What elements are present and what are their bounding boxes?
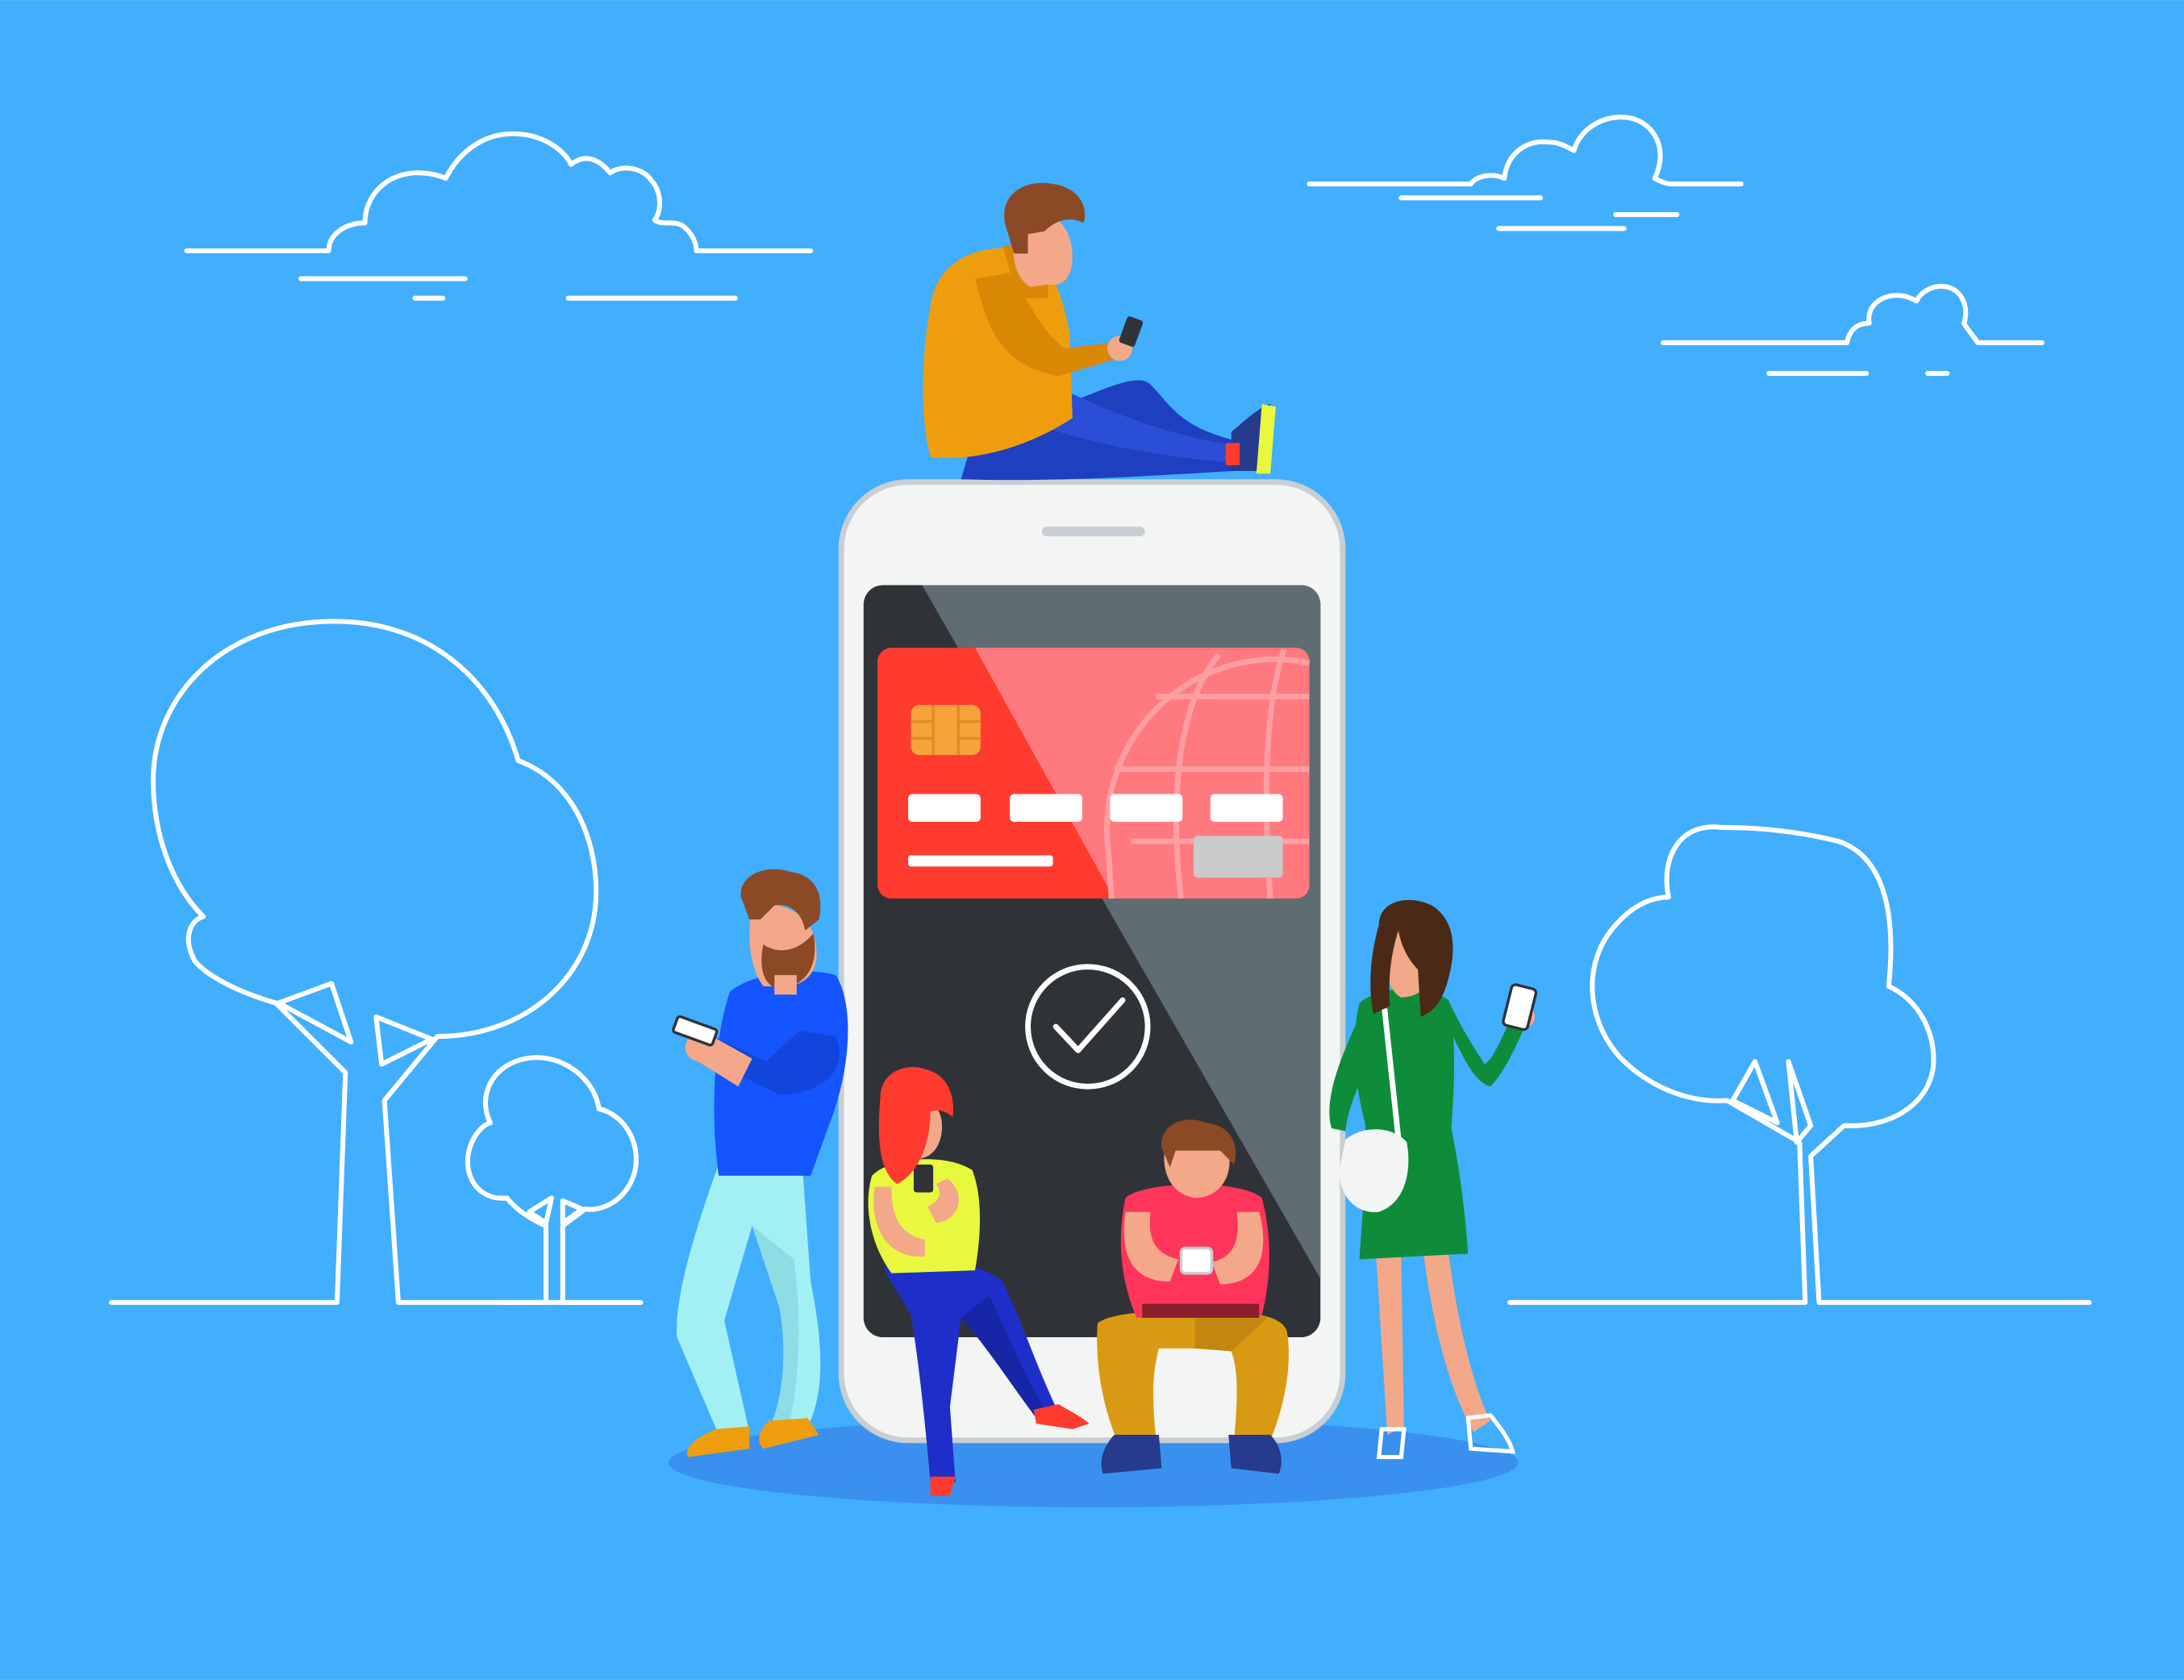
card-number-group-2 bbox=[1010, 794, 1082, 823]
phone-speaker bbox=[1041, 526, 1145, 537]
card-number-group-3 bbox=[1110, 794, 1183, 823]
card-chip bbox=[911, 704, 981, 756]
crouching-man-shoe-right bbox=[1228, 1434, 1282, 1474]
crouching-man-phone bbox=[1179, 1246, 1214, 1275]
crouching-man-shoe-left bbox=[1101, 1434, 1162, 1474]
top-person-sock bbox=[1225, 443, 1240, 465]
crouching-man-belt bbox=[1142, 1303, 1260, 1318]
card-signature-box bbox=[1194, 836, 1283, 878]
credit-card bbox=[877, 648, 1311, 899]
illustration-scene bbox=[0, 0, 2184, 1680]
red-hair-woman-phone bbox=[913, 1164, 934, 1193]
card-number-group-4 bbox=[1210, 794, 1283, 823]
card-number-group-1 bbox=[908, 794, 981, 823]
card-name-line bbox=[908, 855, 1053, 867]
bearded-man-neck bbox=[774, 975, 797, 995]
